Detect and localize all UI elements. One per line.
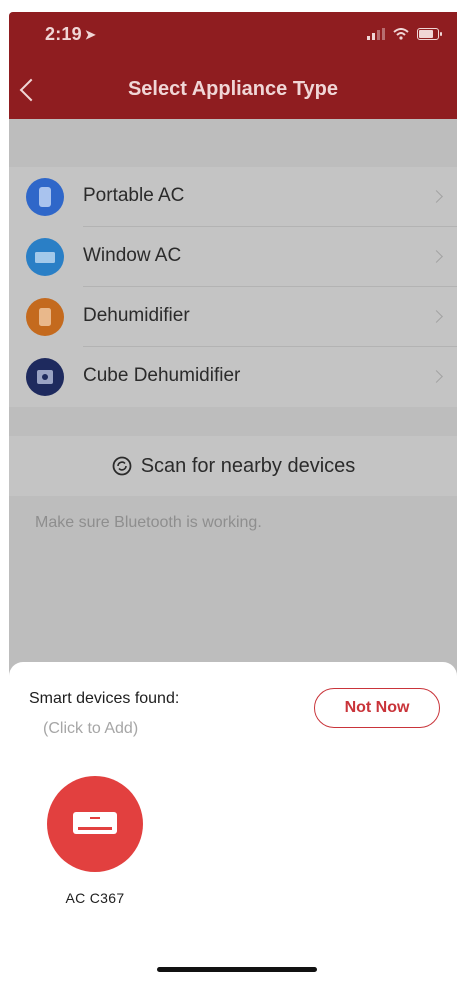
appliance-list: Portable AC Window AC Dehumidifier Cube …: [9, 167, 457, 407]
battery-icon: [417, 28, 442, 40]
sheet-subtitle: (Click to Add): [43, 720, 139, 737]
list-item-dehumidifier[interactable]: Dehumidifier: [9, 287, 457, 347]
scan-label: Scan for nearby devices: [140, 454, 356, 477]
air-conditioner-icon: [47, 776, 143, 872]
list-item-portable-ac[interactable]: Portable AC: [9, 167, 457, 227]
phone-screen: 2:19➤ Select Appliance Type Portable AC: [9, 12, 457, 982]
chevron-right-icon: [430, 190, 443, 203]
scan-refresh-icon: [112, 456, 132, 476]
sheet-title: Smart devices found:: [29, 690, 180, 707]
page-title: Select Appliance Type: [127, 78, 339, 100]
wifi-icon: [393, 28, 409, 40]
bluetooth-hint: Make sure Bluetooth is working.: [35, 514, 262, 531]
chevron-right-icon: [430, 310, 443, 323]
dehumidifier-icon: [26, 298, 64, 336]
home-indicator[interactable]: [157, 967, 317, 972]
cube-dehumidifier-icon: [26, 358, 64, 396]
list-item-label: Dehumidifier: [83, 305, 190, 326]
chevron-right-icon: [430, 370, 443, 383]
list-item-label: Cube Dehumidifier: [83, 365, 241, 386]
window-ac-icon: [26, 238, 64, 276]
signal-icon: [367, 28, 385, 40]
not-now-button[interactable]: Not Now: [314, 688, 440, 728]
devices-found-sheet: Smart devices found: (Click to Add) Not …: [9, 662, 457, 982]
device-label: AC C367: [65, 890, 125, 906]
list-item-label: Portable AC: [83, 185, 185, 206]
status-time-text: 2:19: [45, 24, 82, 44]
location-arrow-icon: ➤: [84, 27, 96, 42]
list-item-window-ac[interactable]: Window AC: [9, 227, 457, 287]
app-header: 2:19 ➤ Select Appliance Type: [9, 12, 457, 119]
portable-ac-icon: [26, 178, 64, 216]
list-item-cube-dehumidifier[interactable]: Cube Dehumidifier: [9, 347, 457, 407]
scan-button[interactable]: Scan for nearby devices: [9, 436, 457, 496]
list-item-label: Window AC: [83, 245, 182, 266]
status-icons: [367, 28, 442, 40]
chevron-right-icon: [430, 250, 443, 263]
status-time: 2:19 ➤: [45, 24, 96, 45]
device-item[interactable]: AC C367: [47, 776, 143, 906]
